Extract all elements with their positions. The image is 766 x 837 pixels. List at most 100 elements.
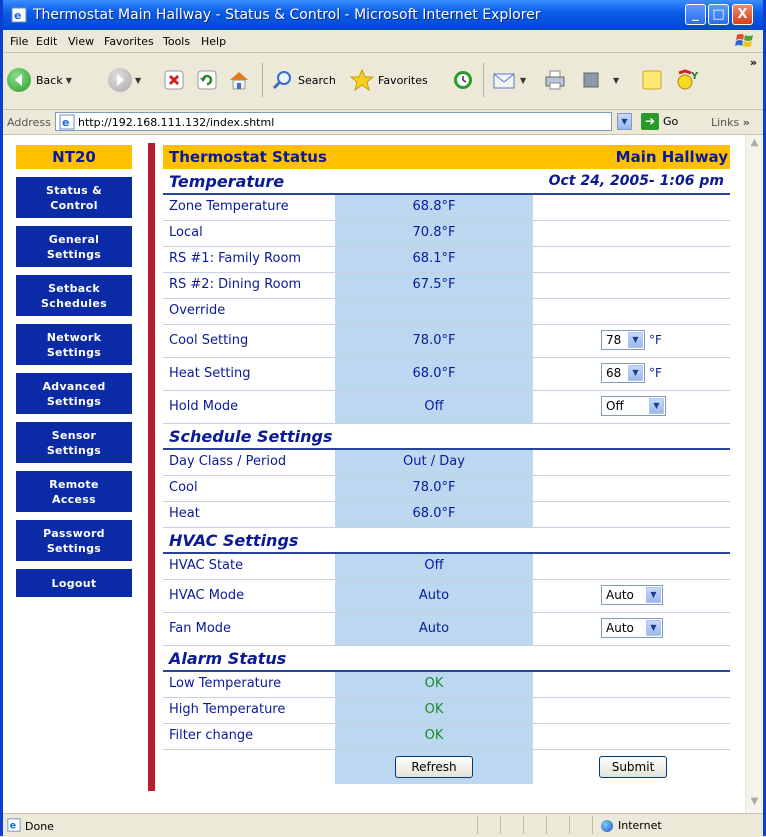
forward-button[interactable]: ▼ <box>108 67 141 93</box>
table-row: Heat 68.0°F <box>163 502 730 528</box>
row-label: HVAC State <box>169 558 244 573</box>
row-label: Hold Mode <box>169 399 239 414</box>
chevron-down-icon: ▼ <box>649 398 664 414</box>
table-row: RS #1: Family Room 68.1°F <box>163 247 730 273</box>
row-value: 70.8°F <box>412 225 456 240</box>
go-label: Go <box>663 115 679 128</box>
heat-setting-select[interactable]: 68 ▼ <box>601 363 645 383</box>
hvac-mode-select[interactable]: Auto ▼ <box>601 585 663 605</box>
scroll-down-icon[interactable]: ▼ <box>748 796 761 811</box>
sidebar-item-remote-access[interactable]: Remote Access <box>16 471 132 512</box>
search-label: Search <box>298 73 336 87</box>
menu-favorites[interactable]: Favorites <box>104 35 154 48</box>
sidebar-item-advanced-settings[interactable]: Advanced Settings <box>16 373 132 414</box>
row-value: 78.0°F <box>412 480 456 495</box>
section-schedule-settings: Schedule Settings <box>163 424 730 450</box>
minimize-button[interactable]: _ <box>685 4 706 25</box>
sidebar-item-general-settings[interactable]: General Settings <box>16 226 132 267</box>
row-label: HVAC Mode <box>169 588 245 603</box>
menu-edit[interactable]: Edit <box>36 35 57 48</box>
menu-help[interactable]: Help <box>201 35 226 48</box>
title-bar[interactable]: e Thermostat Main Hallway - Status & Con… <box>3 0 763 30</box>
toolbar-overflow-chevron-icon[interactable]: » <box>750 56 757 69</box>
discuss-button[interactable] <box>640 67 664 93</box>
chevron-down-icon[interactable]: ▼ <box>613 76 619 85</box>
sidebar-item-sensor-settings[interactable]: Sensor Settings <box>16 422 132 463</box>
row-value: 68.0°F <box>412 506 456 521</box>
print-button[interactable] <box>543 67 567 93</box>
row-label: Fan Mode <box>169 621 232 636</box>
favorites-button[interactable]: Favorites <box>349 67 428 93</box>
note-icon <box>642 70 662 90</box>
submit-button[interactable]: Submit <box>599 756 667 778</box>
svg-text:e: e <box>62 116 69 129</box>
refresh-button[interactable] <box>196 67 218 93</box>
value-cell: 68.8°F <box>335 195 533 220</box>
section-alarm-status: Alarm Status <box>163 646 730 672</box>
nav-label: Password <box>43 526 105 540</box>
table-row: RS #2: Dining Room 67.5°F <box>163 273 730 299</box>
hold-mode-select[interactable]: Off ▼ <box>601 396 666 416</box>
forward-arrow-icon <box>108 68 132 92</box>
sidebar-item-setback-schedules[interactable]: Setback Schedules <box>16 275 132 316</box>
mail-button[interactable]: ▼ <box>491 67 526 93</box>
table-row: Hold Mode Off Off ▼ <box>163 391 730 424</box>
status-ok: OK <box>424 728 444 743</box>
edit-page-icon <box>583 72 599 88</box>
section-title: Schedule Settings <box>169 427 333 446</box>
maximize-button[interactable]: □ <box>708 4 729 25</box>
back-button[interactable]: Back ▼ <box>7 67 72 93</box>
stop-button[interactable] <box>163 67 185 93</box>
chevron-down-icon: ▼ <box>646 620 661 636</box>
toolbar: Back ▼ ▼ Search Favorites ▼ ▼ Y » <box>3 53 763 110</box>
value-cell: 68.0°F <box>335 502 533 527</box>
home-button[interactable] <box>227 67 251 93</box>
row-label: RS #1: Family Room <box>169 251 302 266</box>
home-icon <box>230 72 248 90</box>
menu-tools[interactable]: Tools <box>163 35 190 48</box>
search-button[interactable]: Search <box>271 67 336 93</box>
close-button[interactable]: X <box>732 4 753 25</box>
address-url: http://192.168.111.132/index.shtml <box>78 116 275 129</box>
address-input[interactable]: e http://192.168.111.132/index.shtml <box>55 112 612 131</box>
sidebar-item-status-control[interactable]: Status & Control <box>16 177 132 218</box>
row-label: Cool Setting <box>169 333 249 348</box>
table-row: Cool 78.0°F <box>163 476 730 502</box>
history-button[interactable] <box>451 67 475 93</box>
links-toolbar[interactable]: Links » <box>711 116 750 129</box>
menu-file[interactable]: File <box>10 35 28 48</box>
fan-mode-select[interactable]: Auto ▼ <box>601 618 663 638</box>
go-button[interactable]: ➔ Go <box>641 113 678 130</box>
chevron-down-icon[interactable]: ▼ <box>66 76 72 85</box>
refresh-icon <box>197 70 217 90</box>
sidebar-item-password-settings[interactable]: Password Settings <box>16 520 132 561</box>
value-cell: 78.0°F <box>335 476 533 501</box>
star-icon <box>349 68 375 92</box>
sidebar-item-network-settings[interactable]: Network Settings <box>16 324 132 365</box>
row-label: Zone Temperature <box>169 199 289 214</box>
back-label: Back <box>36 73 63 87</box>
cool-setting-select[interactable]: 78 ▼ <box>601 330 645 350</box>
sidebar-item-logout[interactable]: Logout <box>16 569 132 597</box>
address-label: Address <box>7 116 51 129</box>
scroll-up-icon[interactable]: ▲ <box>748 137 761 152</box>
vertical-scrollbar[interactable]: ▲ ▼ <box>745 135 763 813</box>
select-value: Auto <box>606 588 634 602</box>
chevron-down-icon[interactable]: ▼ <box>135 76 141 85</box>
table-row: Day Class / Period Out / Day <box>163 450 730 476</box>
address-dropdown-chevron-icon[interactable]: ▼ <box>617 113 632 130</box>
value-cell: Auto <box>335 613 533 645</box>
menu-view[interactable]: View <box>68 35 94 48</box>
svg-text:e: e <box>10 821 17 832</box>
status-separator <box>569 816 570 834</box>
value-cell: Off <box>335 554 533 579</box>
windows-logo-icon <box>735 34 753 47</box>
messenger-button[interactable]: Y <box>675 67 701 93</box>
refresh-button[interactable]: Refresh <box>395 756 473 778</box>
table-row: Cool Setting 78.0°F 78 ▼ °F <box>163 325 730 358</box>
hold-mode-control: Off ▼ <box>601 396 666 416</box>
status-separator <box>477 816 478 834</box>
chevron-down-icon[interactable]: ▼ <box>520 76 526 85</box>
edit-button[interactable]: ▼ <box>581 67 619 93</box>
ie-page-icon: e <box>7 818 21 832</box>
